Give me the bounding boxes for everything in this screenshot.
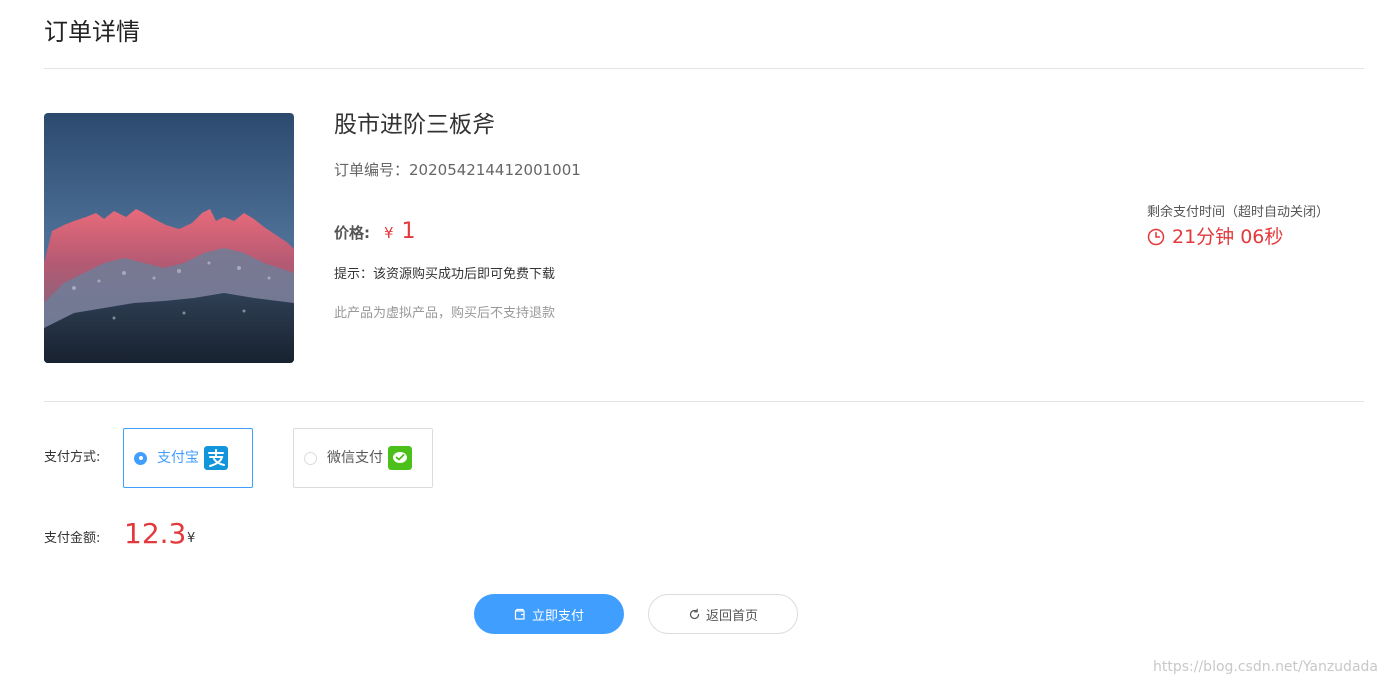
payment-amount-currency: ¥	[187, 531, 196, 546]
countdown-label: 剩余支付时间（超时自动关闭）	[1147, 205, 1330, 220]
payment-amount-label: 支付金额:	[44, 531, 101, 546]
countdown-value: 21分钟 06秒	[1172, 226, 1284, 248]
price-line: 价格: ¥ 1	[334, 216, 416, 249]
wechat-pay-icon	[388, 446, 412, 470]
order-number-line: 订单编号：202054214412001001	[334, 159, 581, 181]
product-image	[44, 113, 294, 363]
price-value: 1	[401, 219, 416, 244]
page-title: 订单详情	[44, 18, 140, 46]
back-home-button[interactable]: 返回首页	[648, 594, 798, 634]
pay-now-button[interactable]: 立即支付	[474, 594, 624, 634]
alipay-option[interactable]: 支付宝	[123, 428, 253, 488]
clock-icon	[1147, 228, 1165, 246]
order-number-label: 订单编号：	[334, 161, 410, 179]
order-number: 202054214412001001	[409, 161, 581, 179]
download-tip: 提示：该资源购买成功后即可免费下载	[334, 267, 556, 282]
wechat-pay-option[interactable]: 微信支付	[293, 428, 433, 488]
header-divider	[44, 68, 1364, 69]
refresh-icon	[689, 608, 700, 619]
product-name: 股市进阶三板斧	[334, 112, 495, 138]
wallet-icon	[514, 608, 525, 620]
countdown-value-row: 21分钟 06秒	[1147, 224, 1329, 250]
wechat-pay-label: 微信支付	[327, 450, 383, 466]
price-label: 价格:	[334, 224, 370, 242]
payment-method-label: 支付方式:	[44, 450, 101, 465]
alipay-label: 支付宝	[157, 450, 199, 466]
payment-countdown: 剩余支付时间（超时自动关闭） 21分钟 06秒	[1147, 204, 1329, 250]
refund-notice: 此产品为虚拟产品，购买后不支持退款	[334, 306, 556, 321]
wechat-pay-radio[interactable]	[304, 451, 317, 465]
alipay-icon	[204, 446, 228, 470]
price-currency: ¥	[384, 224, 394, 242]
watermark: https://blog.csdn.net/Yanzudada	[1153, 659, 1378, 675]
section-divider	[44, 401, 1364, 402]
payment-amount-value: 12.3	[124, 517, 187, 550]
pay-now-label: 立即支付	[531, 608, 584, 624]
back-home-label: 返回首页	[705, 608, 758, 624]
alipay-radio[interactable]	[134, 451, 147, 465]
